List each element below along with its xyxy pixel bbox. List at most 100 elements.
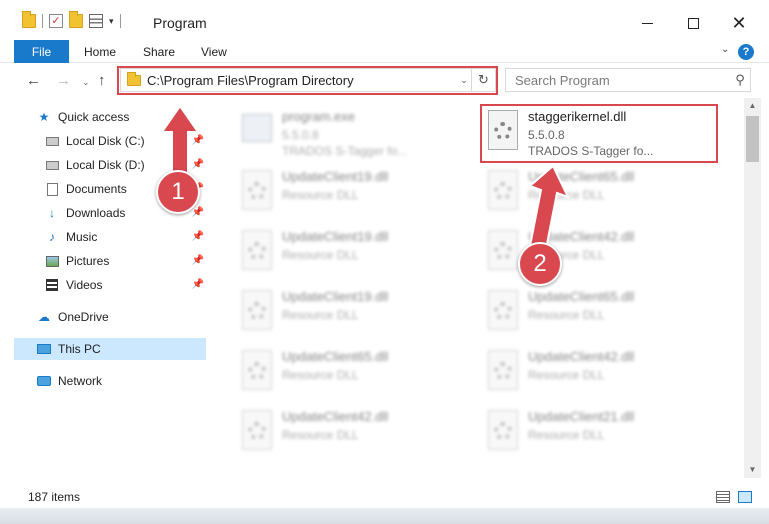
dll-icon [484,230,520,274]
file-type: Resource DLL [282,188,359,202]
sidebar-item-label: Quick access [58,110,130,124]
address-bar[interactable]: C:\Program Files\Program Directory ⌄ ↻ [120,68,496,92]
dll-icon [238,410,274,454]
sidebar-item-quick-access[interactable]: ★ Quick access [36,106,208,128]
callout-step-2: 2 [518,242,562,286]
dll-icon [484,290,520,334]
recent-locations-icon[interactable]: ⌄ [82,77,90,88]
folder-icon [22,11,36,28]
dll-icon [484,350,520,394]
file-type: Resource DLL [282,248,359,262]
up-arrow-icon[interactable]: ↑ [98,72,106,89]
ribbon-tabs: File Home Share View ⌄ ? [0,40,769,63]
file-item[interactable]: UpdateClient65.dll Resource DLL [484,166,724,224]
exe-icon [238,110,274,154]
scroll-up-icon[interactable]: ▲ [744,98,761,114]
file-item[interactable]: UpdateClient42.dll Resource DLL [484,346,724,404]
scroll-down-icon[interactable]: ▼ [744,462,761,478]
toolbar-divider [119,14,121,28]
toolbar-dropdown-icon[interactable]: ▾ [109,16,114,27]
sidebar-item-label: Pictures [66,254,110,268]
properties-icon[interactable] [89,14,103,28]
sidebar-item-music[interactable]: ♪ Music 📌 [44,226,208,248]
sidebar-item-videos[interactable]: Videos 📌 [44,274,208,296]
back-arrow-icon[interactable]: ← [26,72,41,89]
cloud-icon: ☁ [38,310,50,324]
file-type: Resource DLL [528,188,605,202]
search-box[interactable]: Search Program ⚲ [505,68,751,92]
file-item[interactable]: UpdateClient19.dll Resource DLL [238,286,478,344]
status-bar: 187 items [0,486,769,508]
videos-icon [46,279,58,291]
sidebar-item-onedrive[interactable]: ☁ OneDrive [36,306,208,328]
refresh-icon[interactable]: ↻ [471,69,495,91]
file-type: Resource DLL [282,308,359,322]
maximize-button[interactable] [670,8,716,38]
address-path[interactable]: C:\Program Files\Program Directory [147,73,457,88]
search-input[interactable]: Search Program [515,73,730,88]
drive-icon [45,160,59,170]
large-icons-view-icon[interactable] [738,491,752,503]
file-item[interactable]: UpdateClient42.dll Resource DLL [238,406,478,464]
file-version: 5.5.0.8 [528,128,565,142]
file-name: staggerikernel.dll [528,109,627,124]
music-icon: ♪ [49,230,55,244]
pin-icon[interactable]: 📌 [192,255,204,266]
dll-icon [238,230,274,274]
tab-view[interactable]: View [201,40,227,63]
pin-icon[interactable]: 📌 [192,159,204,170]
forward-arrow-icon[interactable]: → [56,72,71,89]
sidebar-item-label: OneDrive [58,310,109,324]
new-folder-icon[interactable] [69,11,83,28]
dll-icon [484,170,520,214]
pin-icon[interactable]: 📌 [192,231,204,242]
download-icon: ↓ [49,206,55,220]
address-dropdown-icon[interactable]: ⌄ [457,75,471,86]
file-item[interactable]: UpdateClient65.dll Resource DLL [484,286,724,344]
file-name: UpdateClient19.dll [282,289,389,304]
close-button[interactable]: ✕ [716,8,762,38]
file-type: Resource DLL [528,368,605,382]
toolbar-divider [42,14,43,28]
scroll-thumb[interactable] [746,116,759,162]
tab-home[interactable]: Home [84,40,116,63]
quick-access-toolbar: ✓ ▾ [22,11,121,28]
sidebar-item-label: Network [58,374,103,388]
item-count: 187 items [28,490,81,504]
help-icon[interactable]: ? [738,44,754,60]
file-item[interactable]: UpdateClient19.dll Resource DLL [238,226,478,284]
file-item[interactable]: UpdateClient21.dll Resource DLL [484,406,724,464]
vertical-scrollbar[interactable]: ▲ ▼ [744,98,761,478]
dll-icon [238,350,274,394]
tab-share[interactable]: Share [143,40,175,63]
file-item[interactable]: UpdateClient65.dll Resource DLL [238,346,478,404]
ribbon-expand-icon[interactable]: ⌄ [721,44,729,55]
sidebar-item-label: Documents [66,182,127,196]
pin-icon[interactable]: 📌 [192,135,204,146]
file-type: Resource DLL [282,368,359,382]
file-item[interactable]: UpdateClient19.dll Resource DLL [238,166,478,224]
file-version: 5.5.0.8 [282,128,319,142]
file-item[interactable]: program.exe 5.5.0.8 TRADOS S-Tagger fo..… [238,106,478,164]
search-icon[interactable]: ⚲ [730,72,750,88]
properties-check-icon[interactable]: ✓ [49,14,63,28]
pictures-icon [45,255,59,267]
sidebar-item-this-pc[interactable]: This PC [14,338,206,360]
tab-file[interactable]: File [14,40,69,63]
file-item-staggerikernel[interactable]: staggerikernel.dll 5.5.0.8 TRADOS S-Tagg… [484,106,724,164]
file-name: UpdateClient65.dll [528,169,635,184]
sidebar-item-pictures[interactable]: Pictures 📌 [44,250,208,272]
sidebar-item-label: Videos [66,278,103,292]
sidebar-item-label: Local Disk (C:) [66,134,145,148]
window-title: Program [153,15,207,31]
file-name: UpdateClient19.dll [282,229,389,244]
pin-icon[interactable]: 📌 [192,207,204,218]
dll-icon [238,170,274,214]
minimize-button[interactable] [624,8,670,38]
navigation-bar: ← → ⌄ ↑ C:\Program Files\Program Directo… [0,64,769,98]
dll-icon [238,290,274,334]
sidebar-item-local-disk-c[interactable]: Local Disk (C:) 📌 [44,130,208,152]
sidebar-item-network[interactable]: Network [36,370,208,392]
pin-icon[interactable]: 📌 [192,279,204,290]
details-view-icon[interactable] [716,491,730,503]
